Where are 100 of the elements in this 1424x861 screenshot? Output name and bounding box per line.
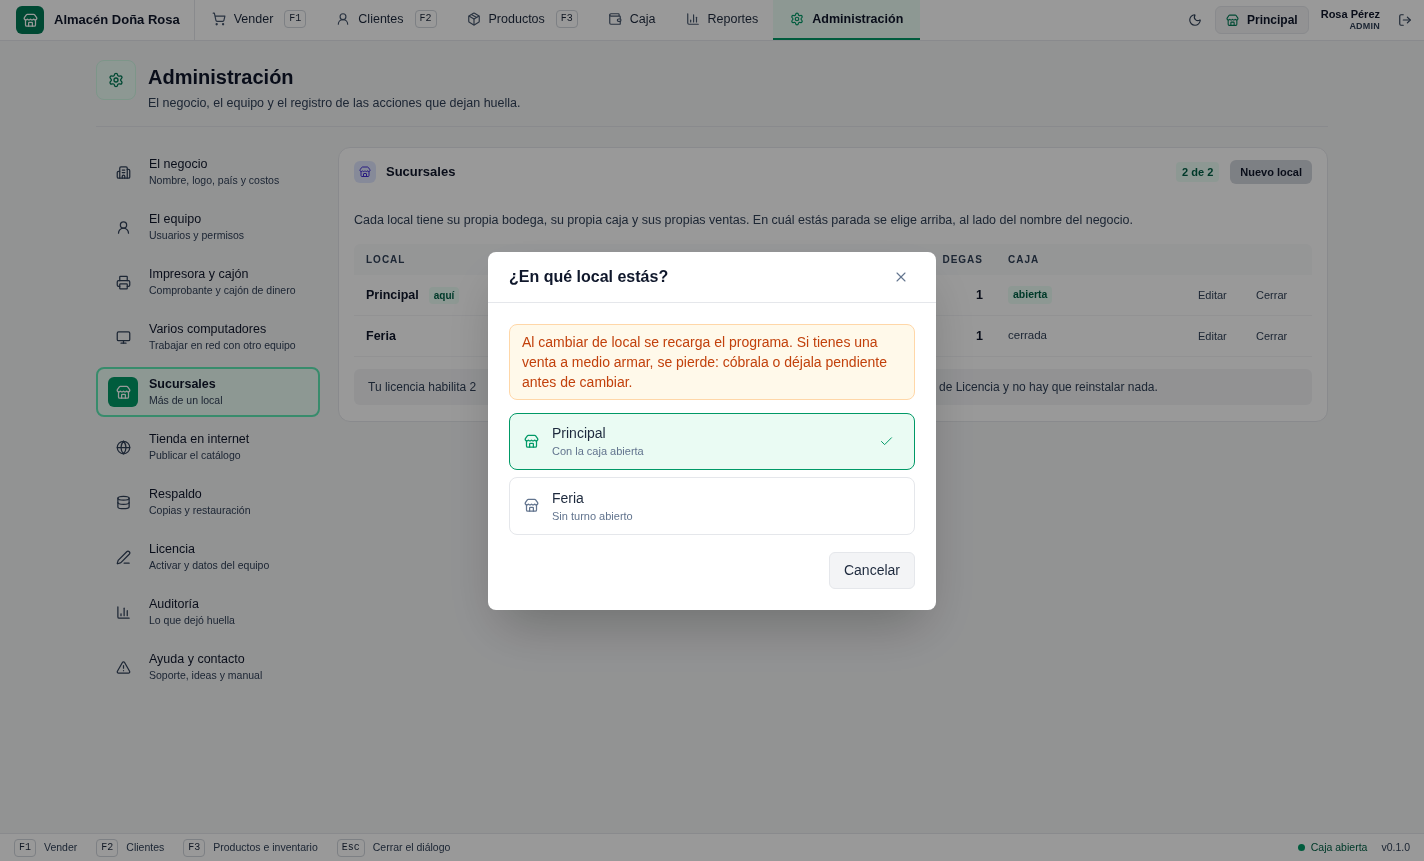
- sidebar-item[interactable]: Ayuda y contacto Soporte, ideas y manual: [96, 642, 320, 692]
- option-title: Principal: [552, 424, 607, 442]
- edit-link[interactable]: Editar: [1198, 286, 1227, 304]
- store-icon: [524, 433, 539, 449]
- sidebar-item-subtitle: Lo que dejó huella: [149, 613, 235, 628]
- shortcut-key: F1: [284, 10, 307, 28]
- panel-title: Sucursales: [386, 163, 456, 182]
- close-link[interactable]: Cerrar: [1256, 286, 1288, 304]
- sidebar-item-title: Varios computadores: [149, 321, 268, 337]
- store-icon: [354, 161, 376, 183]
- sidebar-item[interactable]: Respaldo Copias y restauración: [96, 477, 320, 527]
- sidebar-item-title: El equipo: [149, 211, 203, 227]
- shortcut-label: Vender: [44, 839, 78, 855]
- warning-message: Al cambiar de local se recarga el programa. Si tienes una venta a medio armar, se pierde: cóbrala o déjala pendiente antes de cambiar.: [509, 323, 915, 400]
- store-icon: [1226, 13, 1239, 27]
- current-branch-tag: aquí: [428, 286, 460, 304]
- sidebar-item[interactable]: Sucursales Más de un local: [96, 367, 320, 417]
- sidebar-item-title: Sucursales: [149, 376, 217, 392]
- sidebar-item-subtitle: Nombre, logo, país y costos: [149, 173, 280, 188]
- shortcut-key: F3: [183, 838, 206, 857]
- printer-icon: [115, 274, 131, 290]
- register-status: Caja abierta: [1310, 839, 1368, 855]
- branch-name: Feria: [366, 327, 396, 345]
- edit-link[interactable]: Editar: [1198, 327, 1227, 345]
- shortcut-key: F2: [96, 838, 119, 857]
- register-status: cerrada: [1008, 328, 1047, 344]
- sidebar-item-subtitle: Usuarios y permisos: [149, 228, 245, 243]
- nav-tab[interactable]: Clientes F2: [321, 0, 452, 40]
- sidebar-item-title: Licencia: [149, 541, 196, 557]
- cancel-button[interactable]: Cancelar: [828, 551, 915, 589]
- warning-icon: [115, 659, 131, 675]
- branch-button[interactable]: Principal: [1215, 6, 1309, 34]
- shortcut-label: Clientes: [126, 839, 165, 855]
- page-subtitle: El negocio, el equipo y el registro de las acciones que dejan huella.: [148, 95, 521, 112]
- user-icon: [336, 12, 351, 26]
- nav-tab[interactable]: Vender F1: [196, 0, 322, 40]
- column-header: LOCAL: [366, 253, 406, 267]
- sidebar-item-subtitle: Copias y restauración: [149, 503, 251, 518]
- sidebar-item[interactable]: Tienda en internet Publicar el catálogo: [96, 422, 320, 472]
- sidebar-item-title: Respaldo: [149, 486, 203, 502]
- monitor-icon: [115, 329, 131, 345]
- sidebar-item-title: Tienda en internet: [149, 431, 250, 447]
- store-logo-icon: [16, 6, 44, 34]
- sidebar-item[interactable]: El equipo Usuarios y permisos: [96, 202, 320, 252]
- branch-count-badge: 2 de 2: [1176, 161, 1220, 183]
- sidebar-item[interactable]: Varios computadores Trabajar en red con otro equipo: [96, 312, 320, 362]
- sidebar-item-title: Ayuda y contacto: [149, 651, 246, 667]
- nav-tab-label: Productos: [488, 10, 545, 28]
- sidebar-item-title: Auditoría: [149, 596, 201, 612]
- sidebar-item-subtitle: Publicar el catálogo: [149, 448, 242, 463]
- store-icon: [524, 498, 539, 513]
- branch-option[interactable]: Feria Sin turno abierto: [509, 476, 915, 535]
- option-detail: Con la caja abierta: [552, 444, 644, 458]
- panel-description: Cada local tiene su propia bodega, su propia caja y sus propias ventas. En cuál estás parada se elige arriba, al lado del nombre del negocio.: [354, 212, 1134, 229]
- bar-chart-icon: [115, 604, 131, 620]
- branch-option[interactable]: Principal Con la caja abierta: [509, 412, 915, 470]
- logout-icon[interactable]: [1398, 13, 1412, 27]
- sidebar-item-title: El negocio: [149, 156, 209, 172]
- sidebar-item-subtitle: Más de un local: [149, 393, 223, 408]
- license-note-text: de Licencia y no hay que reinstalar nada.: [939, 379, 1158, 396]
- settings-icon: [790, 12, 805, 26]
- sidebar-item-title: Impresora y cajón: [149, 266, 250, 282]
- warehouse-count: 1: [976, 286, 983, 304]
- dark-mode-icon[interactable]: [1188, 13, 1202, 27]
- app-name: Almacén Doña Rosa: [54, 11, 180, 30]
- globe-icon: [115, 439, 131, 455]
- nav-tab-label: Clientes: [358, 10, 404, 28]
- user-name: Rosa Pérez: [1320, 9, 1380, 20]
- sidebar-item[interactable]: Auditoría Lo que dejó huella: [96, 587, 320, 637]
- package-icon: [466, 12, 481, 26]
- shortcut-key: Esc: [336, 838, 365, 857]
- nav-tab[interactable]: Productos F3: [451, 0, 593, 40]
- dialog-title: ¿En qué local estás?: [509, 266, 669, 287]
- nav-tab[interactable]: Administración: [773, 0, 921, 40]
- close-link[interactable]: Cerrar: [1256, 327, 1288, 345]
- nav-tab-label: Administración: [812, 10, 904, 28]
- bar-chart-icon: [685, 12, 700, 26]
- sidebar-item[interactable]: Licencia Activar y datos del equipo: [96, 532, 320, 582]
- option-title: Feria: [552, 488, 585, 507]
- sidebar-item[interactable]: El negocio Nombre, logo, país y costos: [96, 147, 320, 197]
- nav-tab-label: Reportes: [707, 10, 759, 28]
- shortcut-key: F2: [414, 10, 437, 28]
- column-header: CAJA: [1007, 253, 1041, 267]
- pen-icon: [115, 549, 131, 565]
- sidebar-item-subtitle: Comprobante y cajón de dinero: [149, 283, 296, 298]
- building-icon: [115, 164, 131, 180]
- settings-icon: [96, 60, 136, 100]
- sidebar-item-subtitle: Trabajar en red con otro equipo: [149, 338, 296, 353]
- store-icon: [108, 377, 138, 407]
- option-detail: Sin turno abierto: [552, 508, 633, 523]
- user-icon: [115, 219, 131, 235]
- warehouse-count: 1: [976, 327, 983, 345]
- wallet-icon: [607, 12, 622, 26]
- sidebar-item[interactable]: Impresora y cajón Comprobante y cajón de dinero: [96, 257, 320, 307]
- sidebar-item-subtitle: Soporte, ideas y manual: [149, 668, 263, 683]
- nav-tab[interactable]: Caja: [592, 0, 671, 40]
- shortcut-key: F1: [14, 838, 36, 857]
- database-icon: [115, 494, 131, 510]
- page-title: Administración: [148, 65, 295, 89]
- shortcut-key: F3: [555, 10, 578, 28]
